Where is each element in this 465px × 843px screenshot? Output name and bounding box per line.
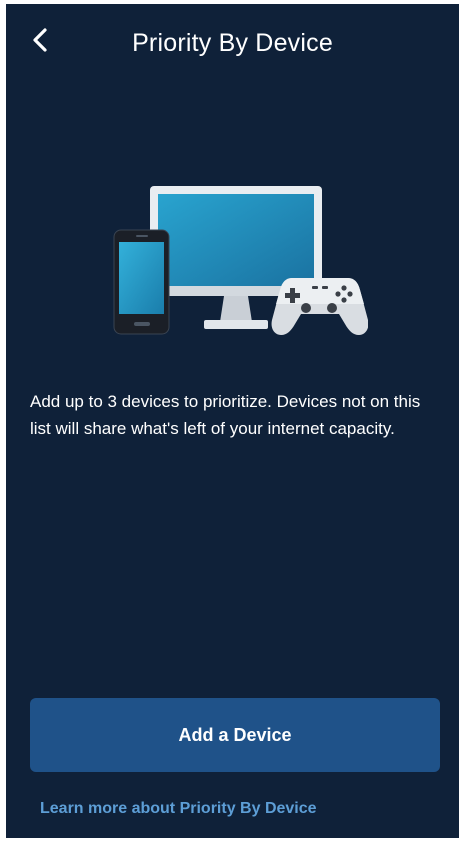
app-screen: Priority By Device Add up to 3 devices t… bbox=[6, 4, 459, 838]
smartphone-icon bbox=[113, 229, 170, 335]
learn-more-link[interactable]: Learn more about Priority By Device bbox=[40, 800, 317, 818]
back-button[interactable] bbox=[22, 22, 58, 58]
add-device-button[interactable]: Add a Device bbox=[30, 698, 440, 772]
devices-illustration bbox=[113, 186, 368, 335]
description-text: Add up to 3 devices to prioritize. Devic… bbox=[30, 392, 421, 438]
game-controller-icon bbox=[271, 278, 368, 335]
chevron-left-icon bbox=[33, 28, 47, 52]
page-title: Priority By Device bbox=[132, 29, 333, 57]
header: Priority By Device bbox=[6, 4, 459, 82]
